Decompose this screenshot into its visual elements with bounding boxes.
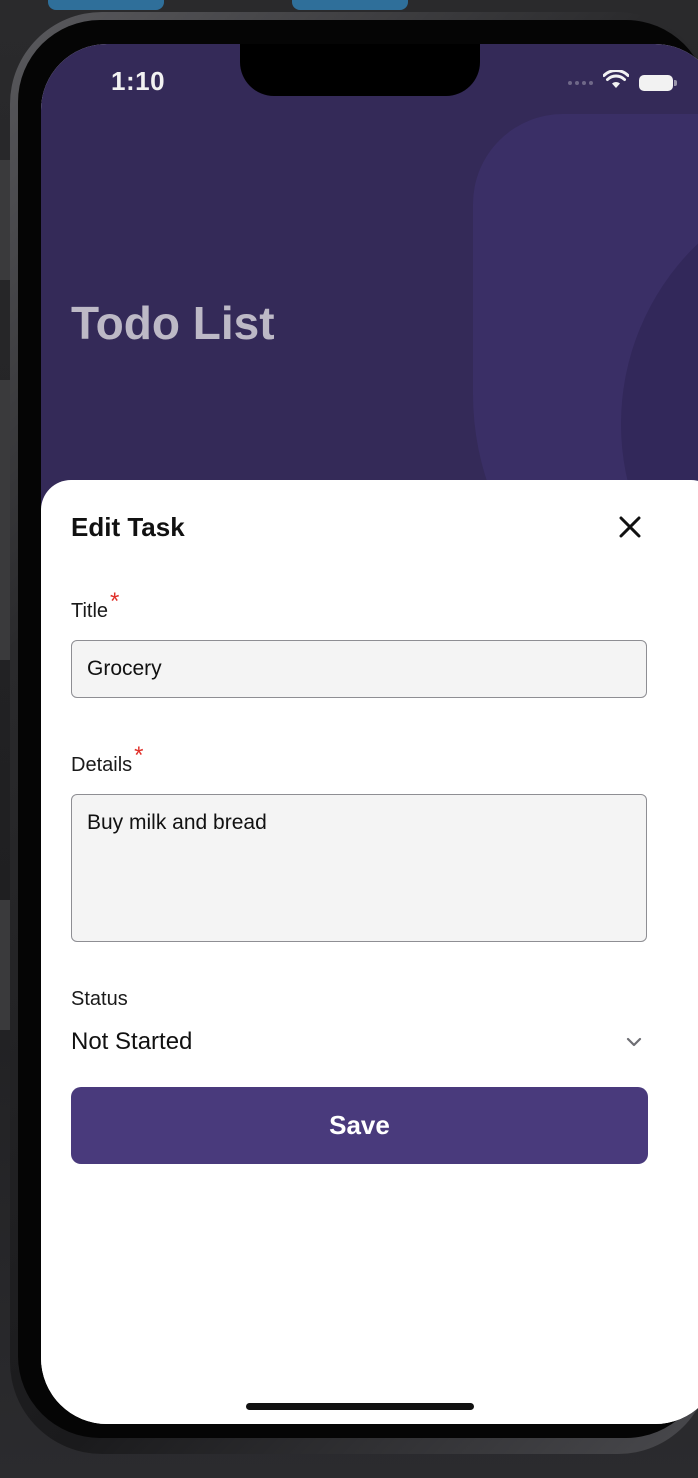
background-window-chip xyxy=(48,0,164,10)
title-label-text: Title xyxy=(71,600,109,622)
chevron-down-icon xyxy=(626,1037,642,1047)
battery-icon xyxy=(639,74,677,91)
device-notch xyxy=(240,44,480,96)
background-window-edge xyxy=(0,380,10,660)
save-button[interactable]: Save xyxy=(71,1087,648,1164)
close-icon xyxy=(619,516,641,538)
background-window-edge xyxy=(0,160,10,280)
status-bar-time: 1:10 xyxy=(111,66,166,96)
wifi-icon xyxy=(602,69,630,95)
status-bar-icons xyxy=(568,69,677,95)
title-input[interactable] xyxy=(71,640,647,698)
background-window-chip xyxy=(292,0,408,10)
signal-dots-icon xyxy=(568,80,593,85)
app-title: Todo List xyxy=(71,297,275,349)
home-indicator xyxy=(246,1403,474,1410)
details-input[interactable]: Buy milk and bread xyxy=(71,794,647,942)
sheet-title: Edit Task xyxy=(71,512,185,542)
details-label: Details* xyxy=(71,742,143,778)
close-button[interactable] xyxy=(615,512,645,542)
background-window-edge xyxy=(0,900,10,1030)
phone-screen: 1:10 Todo List Edit Task Title* Grocery … xyxy=(41,44,698,1424)
required-marker: * xyxy=(110,588,120,615)
details-label-text: Details xyxy=(71,754,133,776)
required-marker: * xyxy=(134,742,144,769)
app-header: 1:10 Todo List xyxy=(41,44,698,524)
status-selected-value: Not Started xyxy=(71,1028,193,1055)
title-label: Title* xyxy=(71,588,119,624)
status-select[interactable]: Not Started xyxy=(71,1020,647,1064)
edit-task-sheet: Edit Task Title* Details* Buy milk and b… xyxy=(41,480,698,1424)
status-label: Status xyxy=(71,988,128,1010)
